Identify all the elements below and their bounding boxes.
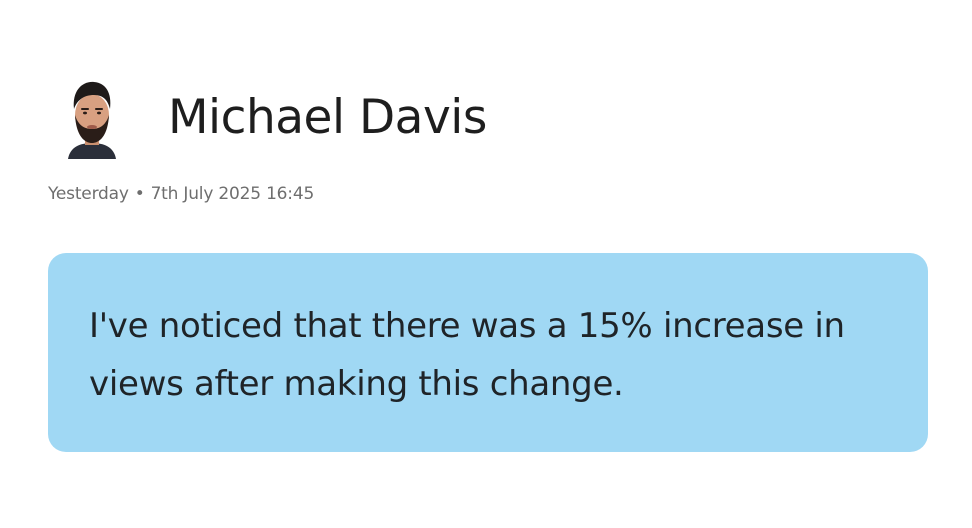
timestamp-separator: • <box>134 184 145 204</box>
message-header <box>64 74 120 160</box>
message-timestamp: Yesterday • 7th July 2025 16:45 <box>48 182 314 206</box>
message-body: I've noticed that there was a 15% increa… <box>89 306 845 404</box>
timestamp-absolute: 7th July 2025 16:45 <box>150 184 315 204</box>
chat-message: Michael Davis Yesterday • 7th July 2025 16… <box>0 0 972 528</box>
timestamp-relative: Yesterday <box>48 184 129 204</box>
message-bubble[interactable]: I've noticed that there was a 15% increa… <box>48 253 928 452</box>
sender-name[interactable]: Michael Davis <box>168 88 487 148</box>
avatar[interactable] <box>64 75 120 159</box>
